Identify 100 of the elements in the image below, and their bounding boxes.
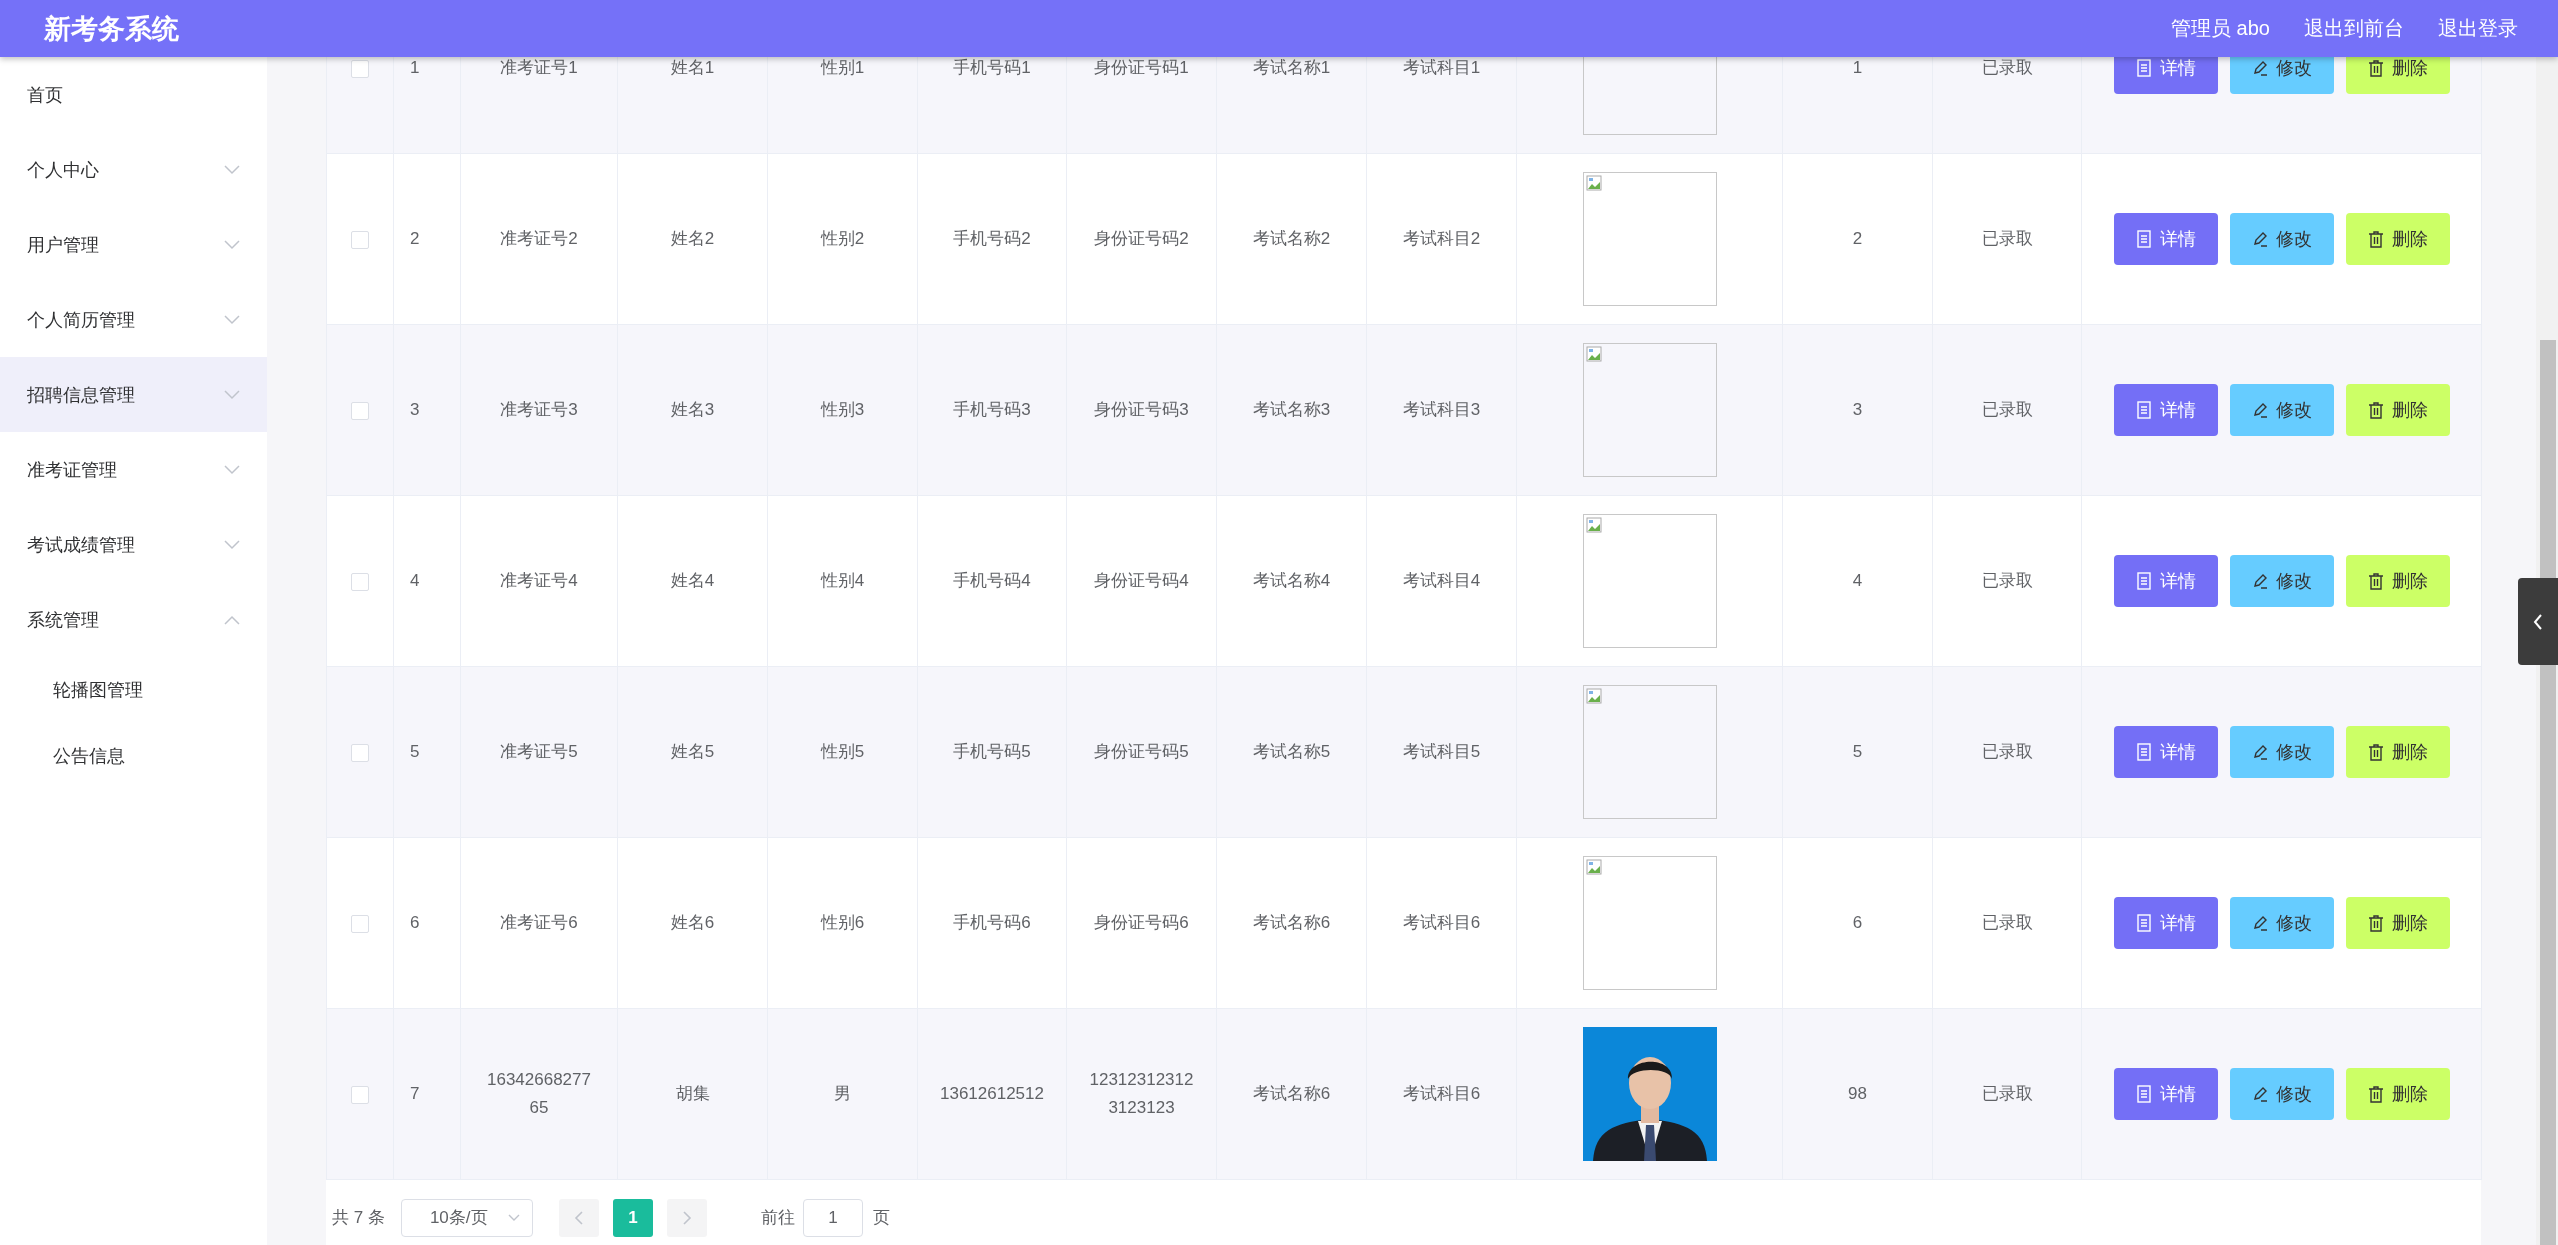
delete-button[interactable]: 删除 bbox=[2345, 897, 2450, 949]
table-cell: 身份证号码1 bbox=[1066, 57, 1217, 154]
delete-button[interactable]: 删除 bbox=[2345, 57, 2450, 94]
edit-button[interactable]: 修改 bbox=[2229, 57, 2334, 94]
table-cell: 准考证号4 bbox=[460, 495, 618, 667]
table-cell: 已录取 bbox=[1932, 57, 2082, 154]
next-page-button[interactable] bbox=[666, 1198, 707, 1237]
sidebar-item[interactable]: 个人简历管理 bbox=[0, 282, 267, 357]
table-cell: 准考证号6 bbox=[460, 837, 618, 1009]
sidebar-item[interactable]: 系统管理 bbox=[0, 582, 267, 657]
document-icon bbox=[2135, 59, 2152, 77]
table-cell: 考试名称6 bbox=[1216, 837, 1367, 1009]
row-checkbox[interactable] bbox=[351, 230, 369, 249]
sidebar-item[interactable]: 考试成绩管理 bbox=[0, 507, 267, 582]
row-checkbox[interactable] bbox=[351, 914, 369, 933]
sidebar-item[interactable]: 个人中心 bbox=[0, 132, 267, 207]
sidebar-item[interactable]: 准考证管理 bbox=[0, 432, 267, 507]
header-link[interactable]: 管理员 abo bbox=[2171, 15, 2270, 42]
submenu-item[interactable]: 轮播图管理 bbox=[0, 657, 267, 723]
table-cell: 准考证号1 bbox=[460, 57, 618, 154]
sidebar-item[interactable]: 招聘信息管理 bbox=[0, 357, 267, 432]
edit-button[interactable]: 修改 bbox=[2229, 726, 2334, 778]
table-cell: 考试名称3 bbox=[1216, 324, 1367, 496]
table-cell: 性别2 bbox=[767, 153, 918, 325]
detail-button[interactable]: 详情 bbox=[2113, 726, 2218, 778]
row-checkbox[interactable] bbox=[351, 1085, 369, 1104]
pen-icon bbox=[2251, 230, 2268, 248]
table-cell: 姓名4 bbox=[617, 495, 768, 667]
broken-image-icon bbox=[1585, 175, 1602, 191]
table-cell: 考试名称4 bbox=[1216, 495, 1367, 667]
trash-icon bbox=[2367, 401, 2384, 419]
table-cell: 姓名3 bbox=[617, 324, 768, 496]
table-cell: 考试科目3 bbox=[1366, 324, 1517, 496]
table-cell: 准考证号2 bbox=[460, 153, 618, 325]
document-icon bbox=[2135, 230, 2152, 248]
edit-button[interactable]: 修改 bbox=[2229, 213, 2334, 265]
page-size-select[interactable]: 10条/页 bbox=[400, 1198, 533, 1237]
row-checkbox[interactable] bbox=[351, 572, 369, 591]
table-cell: 3 bbox=[1782, 324, 1933, 496]
header-link[interactable]: 退出登录 bbox=[2438, 15, 2518, 42]
submenu-item[interactable]: 公告信息 bbox=[0, 723, 267, 789]
page-input[interactable]: 1 bbox=[802, 1198, 863, 1237]
edit-button[interactable]: 修改 bbox=[2229, 1068, 2334, 1120]
prev-page-button[interactable] bbox=[558, 1198, 599, 1237]
row-checkbox[interactable] bbox=[351, 743, 369, 762]
detail-button[interactable]: 详情 bbox=[2113, 384, 2218, 436]
delete-button[interactable]: 删除 bbox=[2345, 726, 2450, 778]
detail-button[interactable]: 详情 bbox=[2113, 897, 2218, 949]
detail-button[interactable]: 详情 bbox=[2113, 555, 2218, 607]
caret-icon bbox=[507, 1213, 520, 1222]
table-cell: 手机号码6 bbox=[917, 837, 1067, 1009]
table-cell: 4 bbox=[1782, 495, 1933, 667]
table-cell: 已录取 bbox=[1932, 1008, 2082, 1180]
table-cell: 6 bbox=[1782, 837, 1933, 1009]
document-icon bbox=[2135, 401, 2152, 419]
table-cell: 性别3 bbox=[767, 324, 918, 496]
table-cell: 准考证号3 bbox=[460, 324, 618, 496]
delete-button[interactable]: 删除 bbox=[2345, 384, 2450, 436]
table-cell: 身份证号码5 bbox=[1066, 666, 1217, 838]
table-cell: 手机号码4 bbox=[917, 495, 1067, 667]
row-checkbox[interactable] bbox=[351, 401, 369, 420]
header-link[interactable]: 退出到前台 bbox=[2304, 15, 2404, 42]
table-cell: 3 bbox=[393, 324, 461, 496]
table-cell: 5 bbox=[393, 666, 461, 838]
app-title: 新考务系统 bbox=[44, 12, 179, 46]
detail-button[interactable]: 详情 bbox=[2113, 213, 2218, 265]
document-icon bbox=[2135, 914, 2152, 932]
table-cell: 考试科目2 bbox=[1366, 153, 1517, 325]
row-checkbox[interactable] bbox=[351, 59, 369, 78]
table-cell: 胡集 bbox=[617, 1008, 768, 1180]
delete-button[interactable]: 删除 bbox=[2345, 1068, 2450, 1120]
collapse-tab[interactable] bbox=[2518, 578, 2558, 665]
table-cell: 姓名1 bbox=[617, 57, 768, 154]
table-cell: 性别4 bbox=[767, 495, 918, 667]
edit-button[interactable]: 修改 bbox=[2229, 897, 2334, 949]
edit-button[interactable]: 修改 bbox=[2229, 555, 2334, 607]
table-cell: 已录取 bbox=[1932, 837, 2082, 1009]
broken-image-icon bbox=[1585, 517, 1602, 533]
sidebar-item[interactable]: 用户管理 bbox=[0, 207, 267, 282]
scrollbar[interactable] bbox=[2536, 57, 2558, 1245]
table-cell: 考试科目5 bbox=[1366, 666, 1517, 838]
page-suffix: 页 bbox=[872, 1207, 890, 1229]
table-cell: 2 bbox=[1782, 153, 1933, 325]
table-cell: 性别5 bbox=[767, 666, 918, 838]
sidebar-item[interactable]: 首页 bbox=[0, 57, 267, 132]
table-cell: 1 bbox=[1782, 57, 1933, 154]
detail-button[interactable]: 详情 bbox=[2113, 1068, 2218, 1120]
table-cell: 7 bbox=[393, 1008, 461, 1180]
table-cell: 身份证号码4 bbox=[1066, 495, 1217, 667]
edit-button[interactable]: 修改 bbox=[2229, 384, 2334, 436]
table-cell: 1 bbox=[393, 57, 461, 154]
pen-icon bbox=[2251, 914, 2268, 932]
table-cell: 考试名称2 bbox=[1216, 153, 1367, 325]
table-cell: 手机号码1 bbox=[917, 57, 1067, 154]
table-cell: 4 bbox=[393, 495, 461, 667]
delete-button[interactable]: 删除 bbox=[2345, 213, 2450, 265]
trash-icon bbox=[2367, 572, 2384, 590]
detail-button[interactable]: 详情 bbox=[2113, 57, 2218, 94]
delete-button[interactable]: 删除 bbox=[2345, 555, 2450, 607]
table-cell: 身份证号码2 bbox=[1066, 153, 1217, 325]
